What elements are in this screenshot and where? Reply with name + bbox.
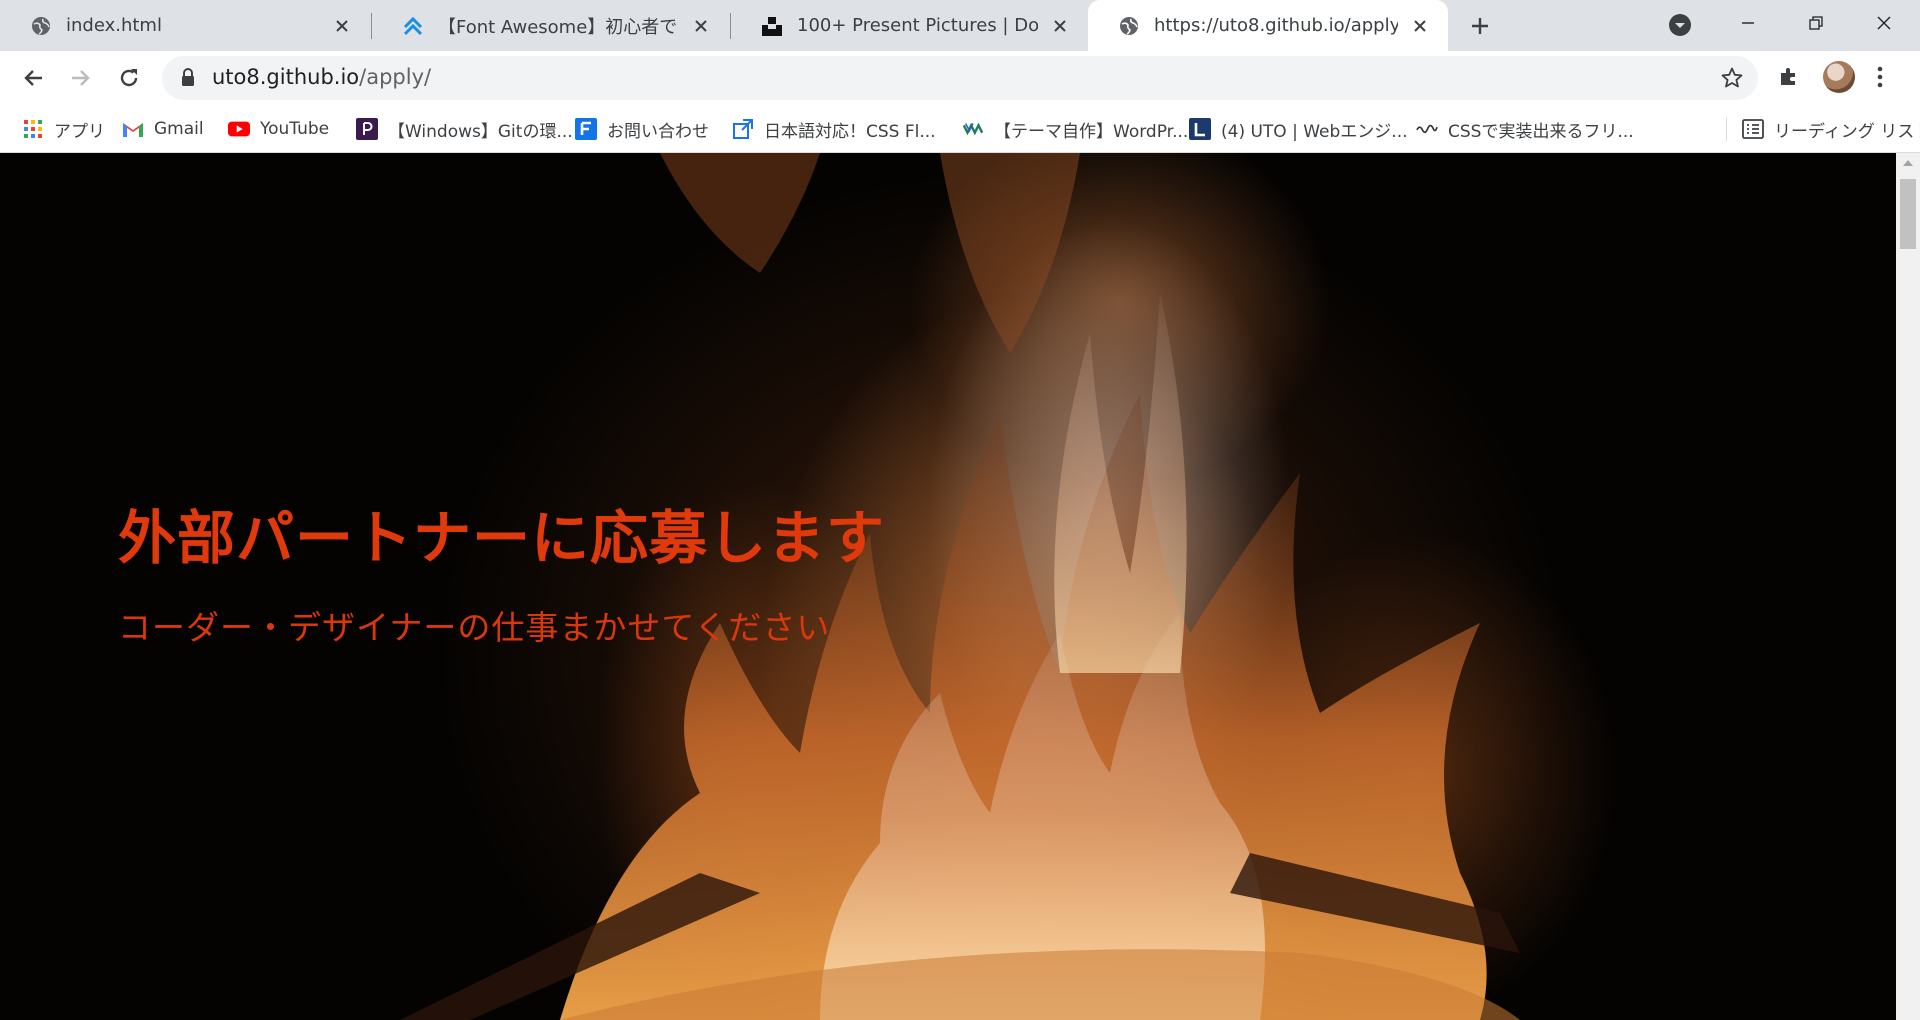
url-text: uto8.github.io/apply/ — [212, 65, 431, 89]
tab-search-button[interactable] — [1668, 13, 1694, 39]
close-icon[interactable] — [1408, 14, 1432, 38]
bookmark-apps[interactable]: アプリ — [22, 115, 105, 143]
kebab-menu-icon[interactable] — [1876, 65, 1884, 93]
bookmark-uto-web[interactable]: (4) UTO | Webエンジ... — [1189, 115, 1408, 143]
bookmark-wordpress-theme[interactable]: 【テーマ自作】WordPr... — [962, 115, 1188, 143]
unsplash-icon — [761, 15, 783, 37]
address-bar[interactable]: uto8.github.io/apply/ — [162, 56, 1758, 100]
bookmark-css-flexbox[interactable]: 日本語対応！CSS Fl... — [732, 115, 936, 143]
bookmark-label: CSSで実装出来るフリ... — [1448, 121, 1634, 142]
url-path: /apply/ — [359, 65, 432, 89]
bonfire-background-image — [400, 153, 1520, 1020]
browser-toolbar: uto8.github.io/apply/ — [0, 51, 1920, 105]
gmail-icon — [122, 118, 144, 140]
lock-icon — [180, 68, 196, 92]
bookmark-css-free[interactable]: CSSで実装出来るフリ... — [1416, 115, 1634, 143]
bookmarks-bar: アプリ Gmail YouTube 【Windows】Gitの環... お問い合… — [0, 105, 1920, 153]
qiita-icon — [402, 15, 424, 37]
tab-font-awesome[interactable]: 【Font Awesome】初心者でもすぐ使 — [372, 0, 729, 51]
forward-button[interactable] — [66, 63, 96, 93]
close-icon[interactable] — [689, 14, 713, 38]
bookmark-youtube[interactable]: YouTube — [228, 115, 329, 143]
tab-present-pictures[interactable]: 100+ Present Pictures | Download — [731, 0, 1088, 51]
youtube-icon — [228, 118, 250, 140]
bookmark-contact[interactable]: お問い合わせ — [575, 115, 709, 143]
profile-avatar[interactable] — [1823, 61, 1855, 93]
tab-strip: index.html 【Font Awesome】初心者でもすぐ使 100+ P… — [0, 0, 1920, 51]
new-tab-button[interactable] — [1465, 11, 1495, 41]
hero-section: 外部パートナーに応募します コーダー・デザイナーの仕事まかせてください — [0, 153, 1896, 1020]
bookmark-label: 【テーマ自作】WordPr... — [994, 121, 1189, 142]
globe-icon — [30, 15, 52, 37]
bookmarks-separator — [1726, 117, 1727, 141]
apps-grid-icon — [22, 118, 44, 140]
tab-index-html[interactable]: index.html — [0, 0, 370, 51]
reading-list-label: リーディング リスト — [1774, 121, 1920, 142]
url-host: uto8.github.io — [212, 65, 360, 89]
notion-icon — [356, 118, 378, 140]
bookmark-git-windows[interactable]: 【Windows】Gitの環... — [356, 115, 573, 143]
vertical-scrollbar[interactable] — [1896, 153, 1920, 1020]
close-window-button[interactable] — [1864, 8, 1904, 38]
close-icon[interactable] — [1048, 14, 1072, 38]
reload-button[interactable] — [114, 63, 144, 93]
reading-list-icon — [1742, 118, 1764, 140]
bookmark-gmail[interactable]: Gmail — [122, 115, 204, 143]
tab-title: 【Font Awesome】初心者でもすぐ使 — [438, 16, 679, 38]
tab-apply-page[interactable]: https://uto8.github.io/apply/ — [1088, 0, 1448, 51]
bookmark-label: アプリ — [54, 121, 105, 142]
bookmark-label: YouTube — [260, 119, 330, 139]
page-title: 外部パートナーに応募します — [118, 504, 886, 572]
reading-list-button[interactable]: リーディング リスト — [1742, 115, 1920, 143]
wave-logo-icon — [1416, 118, 1438, 140]
bookmark-label: 日本語対応！CSS Fl... — [764, 121, 936, 142]
tab-title: index.html — [66, 15, 162, 36]
puzzle-extensions-icon[interactable] — [1777, 65, 1801, 93]
globe-icon — [1118, 15, 1140, 37]
close-icon[interactable] — [330, 14, 354, 38]
bookmark-label: 【Windows】Gitの環... — [388, 121, 573, 142]
bookmark-label: お問い合わせ — [607, 121, 709, 142]
minimize-button[interactable] — [1728, 8, 1768, 38]
scroll-thumb[interactable] — [1900, 179, 1916, 249]
tab-title: https://uto8.github.io/apply/ — [1154, 15, 1398, 36]
site-logo-icon — [962, 118, 984, 140]
page-subtitle: コーダー・デザイナーの仕事まかせてください — [118, 608, 831, 647]
external-link-icon — [732, 118, 754, 140]
restore-button[interactable] — [1796, 8, 1836, 38]
bookmark-label: Gmail — [154, 119, 204, 139]
bookmark-star-icon[interactable] — [1720, 66, 1744, 94]
scroll-up-arrow-icon[interactable] — [1903, 160, 1913, 166]
tab-title: 100+ Present Pictures | Download — [797, 15, 1038, 36]
form-icon — [575, 118, 597, 140]
linkedin-icon — [1189, 118, 1211, 140]
back-button[interactable] — [18, 63, 48, 93]
bookmark-label: (4) UTO | Webエンジ... — [1221, 121, 1408, 142]
